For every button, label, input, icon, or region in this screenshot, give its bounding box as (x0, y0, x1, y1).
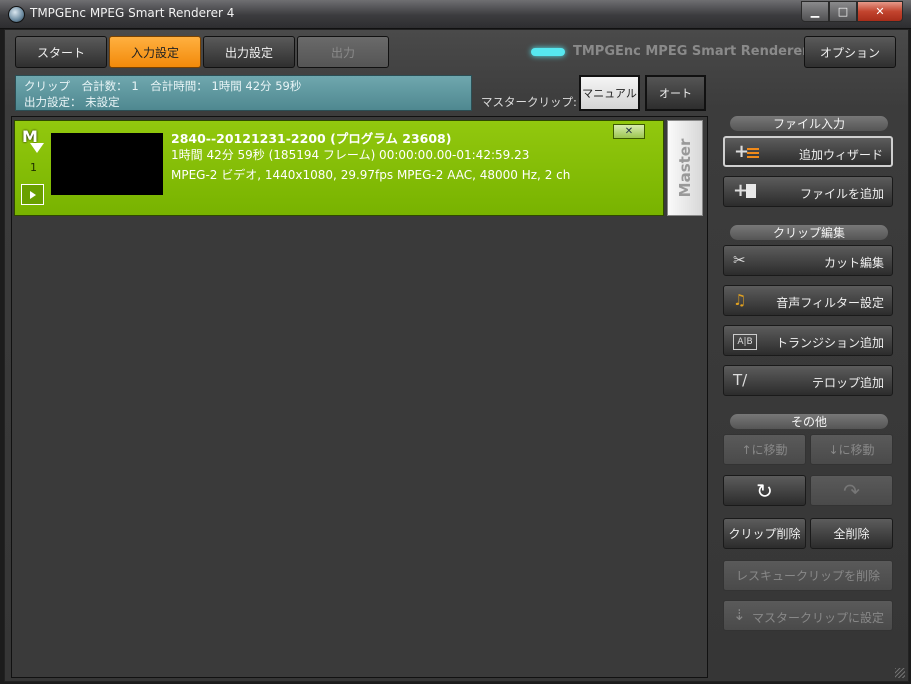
master-badge-icon: M (22, 127, 44, 153)
output-label: 出力設定： (24, 95, 82, 109)
total-time-label: 合計時間： (150, 79, 208, 93)
master-tab[interactable]: Master (667, 120, 703, 216)
master-manual-button[interactable]: マニュアル (579, 75, 640, 111)
move-down-button[interactable]: ↓に移動 (810, 434, 893, 465)
scissors-icon: ✂ (733, 251, 746, 269)
total-time: 1時間 42分 59秒 (211, 79, 302, 93)
clip-summary-bar: クリップ 合計数： 1 合計時間： 1時間 42分 59秒 出力設定： 未設定 (15, 75, 472, 111)
set-master-clip-label: マスタークリップに設定 (751, 611, 884, 625)
file-input-section-label: ファイル入力 (730, 116, 888, 131)
window-title: TMPGEnc MPEG Smart Renderer 4 (30, 6, 235, 20)
cut-edit-label: カット編集 (823, 256, 884, 270)
delete-rescue-clip-button[interactable]: レスキュークリップを削除 (723, 560, 893, 591)
delete-clip-button[interactable]: クリップ削除 (723, 518, 806, 549)
delete-all-button[interactable]: 全削除 (810, 518, 893, 549)
move-down-label: ↓に移動 (828, 443, 875, 457)
delete-clip-label: クリップ削除 (728, 527, 801, 541)
play-button[interactable] (21, 184, 44, 205)
add-transition-label: トランジション追加 (775, 336, 884, 350)
add-wizard-label: 追加ウィザード (798, 148, 883, 162)
main-window: スタート 入力設定 出力設定 出力 TMPGEnc MPEG Smart Ren… (4, 29, 909, 682)
master-clip-icon: ⇣ (733, 606, 746, 624)
master-auto-button[interactable]: オート (645, 75, 706, 111)
transition-icon: A|B (733, 334, 757, 350)
total-count-label: 合計数： (81, 79, 128, 93)
add-transition-button[interactable]: A|B トランジション追加 (723, 325, 893, 356)
brand-text: TMPGEnc MPEG Smart Renderer 4 (573, 44, 823, 59)
tab-input-settings[interactable]: 入力設定 (109, 36, 201, 68)
clip-list[interactable]: M 1 2840--20121231-2200 (プログラム 23608) 1時… (11, 116, 708, 678)
clip-edit-section-label: クリップ編集 (730, 225, 888, 240)
options-button[interactable]: オプション (804, 36, 896, 68)
maximize-button[interactable]: □ (829, 1, 857, 22)
clip-title: 2840--20121231-2200 (プログラム 23608) (171, 131, 452, 146)
add-file-icon (733, 180, 756, 201)
delete-rescue-clip-label: レスキュークリップを削除 (735, 569, 880, 583)
total-count: 1 (131, 79, 139, 93)
undo-icon: ↻ (756, 478, 773, 503)
window-controls: ▁ □ ✕ (801, 1, 903, 22)
clip-format: MPEG-2 ビデオ, 1440x1080, 29.97fps MPEG-2 A… (171, 168, 571, 182)
master-tab-label: Master (676, 138, 694, 198)
output-value: 未設定 (85, 95, 120, 109)
move-up-button[interactable]: ↑に移動 (723, 434, 806, 465)
audio-filter-button[interactable]: ♫ 音声フィルター設定 (723, 285, 893, 316)
app-icon (8, 6, 25, 23)
move-up-label: ↑に移動 (741, 443, 788, 457)
brand-logo: TMPGEnc MPEG Smart Renderer 4 (531, 44, 822, 59)
title-bar: TMPGEnc MPEG Smart Renderer 4 ▁ □ ✕ (0, 0, 911, 29)
add-list-icon (734, 141, 759, 162)
clip-thumbnail (51, 133, 163, 195)
clip-remove-button[interactable]: ✕ (613, 124, 645, 139)
clip-summary-line: クリップ 合計数： 1 合計時間： 1時間 42分 59秒 (24, 78, 463, 94)
other-section-label: その他 (730, 414, 888, 429)
music-note-icon: ♫ (733, 291, 747, 309)
add-file-button[interactable]: ファイルを追加 (723, 176, 893, 207)
clip-item[interactable]: M 1 2840--20121231-2200 (プログラム 23608) 1時… (14, 120, 664, 216)
output-settings-line: 出力設定： 未設定 (24, 94, 463, 110)
tab-output[interactable]: 出力 (297, 36, 389, 68)
minimize-button[interactable]: ▁ (801, 1, 829, 22)
add-file-label: ファイルを追加 (799, 187, 884, 201)
add-telop-button[interactable]: T/ テロップ追加 (723, 365, 893, 396)
delete-all-label: 全削除 (833, 527, 870, 541)
undo-button[interactable]: ↻ (723, 475, 806, 506)
play-icon (29, 190, 36, 199)
clip-duration: 1時間 42分 59秒 (185194 フレーム) 00:00:00.00-01… (171, 148, 530, 162)
clip-index: 1 (30, 161, 37, 174)
cut-edit-button[interactable]: ✂ カット編集 (723, 245, 893, 276)
master-clip-label: マスタークリップ: (481, 95, 577, 109)
redo-icon: ↷ (843, 478, 860, 503)
audio-filter-label: 音声フィルター設定 (776, 296, 884, 310)
tab-start[interactable]: スタート (15, 36, 107, 68)
redo-button[interactable]: ↷ (810, 475, 893, 506)
add-telop-label: テロップ追加 (811, 376, 884, 390)
clip-label: クリップ (24, 79, 70, 93)
tab-output-settings[interactable]: 出力設定 (203, 36, 295, 68)
set-master-clip-button[interactable]: ⇣ マスタークリップに設定 (723, 600, 893, 631)
resize-grip-icon[interactable] (895, 668, 905, 678)
telop-icon: T/ (733, 371, 748, 389)
down-arrow-icon (30, 143, 44, 153)
close-button[interactable]: ✕ (857, 1, 903, 22)
status-led-icon (531, 47, 565, 56)
step-tabs: スタート 入力設定 出力設定 出力 (15, 36, 389, 68)
add-wizard-button[interactable]: 追加ウィザード (723, 136, 893, 167)
